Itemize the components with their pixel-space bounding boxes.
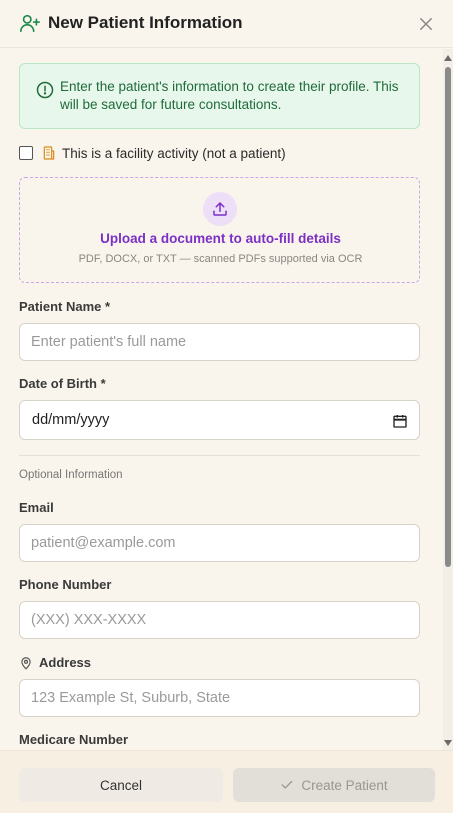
map-pin-icon: [21, 656, 31, 669]
phone-label: Phone Number: [19, 577, 112, 592]
facility-checkbox[interactable]: [19, 146, 33, 160]
info-circle-icon: [36, 81, 54, 99]
patient-name-label: Patient Name *: [19, 299, 111, 314]
dob-label: Date of Birth *: [19, 376, 106, 391]
patient-name-input[interactable]: [19, 323, 420, 361]
facility-checkbox-label[interactable]: This is a facility activity (not a patie…: [62, 146, 286, 161]
document-upload-dropzone[interactable]: Upload a document to auto-fill details P…: [19, 177, 420, 283]
dialog-footer: Cancel Create Patient: [0, 750, 453, 813]
dob-input[interactable]: dd/mm/yyyy: [19, 400, 420, 440]
scrollbar[interactable]: [443, 49, 453, 750]
upload-icon: [213, 202, 227, 216]
optional-section-heading: Optional Information: [19, 469, 123, 481]
info-message: Enter the patient's information to creat…: [60, 79, 399, 112]
form-scroll-area[interactable]: Enter the patient's information to creat…: [0, 49, 443, 750]
phone-input[interactable]: [19, 601, 420, 639]
upload-title[interactable]: Upload a document to auto-fill details: [20, 231, 421, 246]
upload-icon-badge: [203, 192, 237, 226]
info-banner: Enter the patient's information to creat…: [19, 63, 420, 129]
facility-checkbox-row[interactable]: This is a facility activity (not a patie…: [19, 145, 286, 161]
building-icon: [43, 146, 55, 160]
dialog-header: New Patient Information: [0, 0, 453, 48]
create-patient-button[interactable]: Create Patient: [233, 768, 435, 802]
section-divider: [19, 455, 420, 456]
medicare-label: Medicare Number: [19, 732, 129, 747]
user-plus-icon: [20, 14, 40, 33]
scrollbar-thumb[interactable]: [445, 67, 451, 567]
email-input[interactable]: [19, 524, 420, 562]
new-patient-dialog: New Patient Information Enter the patien…: [0, 0, 453, 813]
dob-value: dd/mm/yyyy: [32, 412, 110, 428]
scroll-down-arrow[interactable]: [444, 740, 452, 746]
calendar-icon[interactable]: [392, 413, 408, 429]
upload-subtitle: PDF, DOCX, or TXT — scanned PDFs support…: [78, 253, 363, 265]
address-input[interactable]: [19, 679, 420, 717]
address-label-row: Address: [19, 655, 91, 670]
cancel-button[interactable]: Cancel: [19, 768, 223, 802]
check-icon: [282, 780, 293, 789]
address-label: Address: [39, 655, 92, 670]
email-label: Email: [19, 500, 54, 515]
dialog-title: New Patient Information: [48, 13, 243, 32]
create-patient-label: Create Patient: [301, 777, 388, 793]
close-icon[interactable]: [417, 15, 435, 33]
scroll-up-arrow[interactable]: [444, 55, 452, 61]
